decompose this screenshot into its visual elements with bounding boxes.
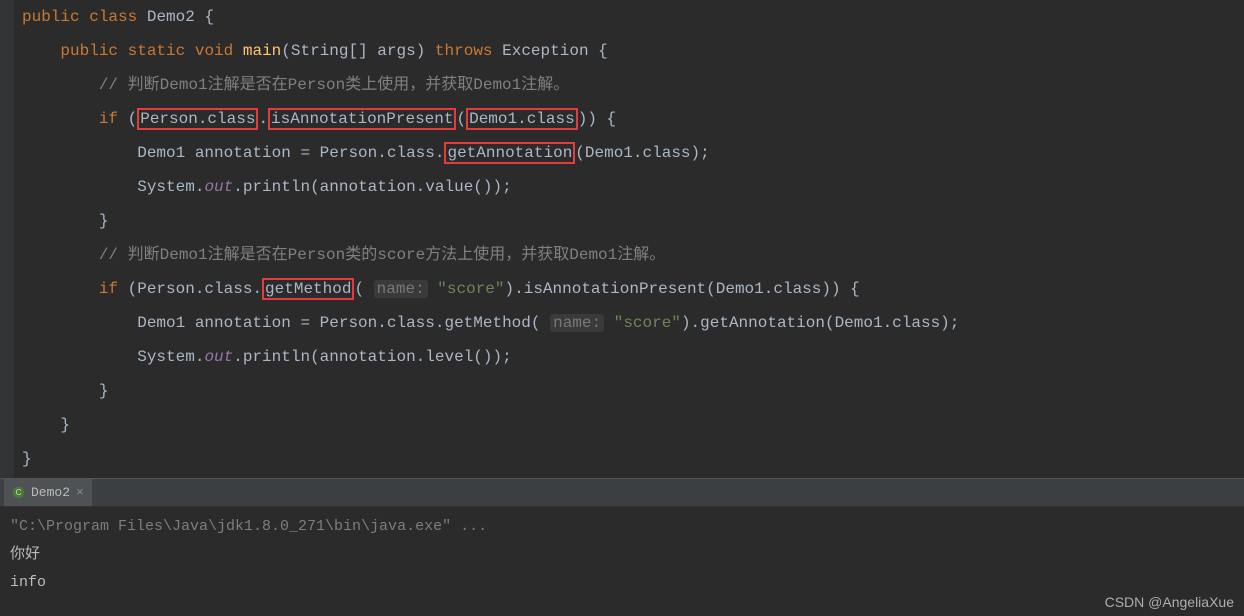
editor-gutter (0, 0, 14, 478)
code-line: if (Person.class.isAnnotationPresent(Dem… (18, 102, 1244, 136)
code-line: // 判断Demo1注解是否在Person类的score方法上使用，并获取Dem… (18, 238, 1244, 272)
code-line: Demo1 annotation = Person.class.getAnnot… (18, 136, 1244, 170)
code-line: // 判断Demo1注解是否在Person类上使用，并获取Demo1注解。 (18, 68, 1244, 102)
console-output[interactable]: "C:\Program Files\Java\jdk1.8.0_271\bin\… (0, 507, 1244, 603)
highlight-box: Demo1.class (466, 108, 578, 130)
console-command: "C:\Program Files\Java\jdk1.8.0_271\bin\… (10, 513, 1234, 541)
console-panel: C Demo2 × "C:\Program Files\Java\jdk1.8.… (0, 478, 1244, 603)
code-editor[interactable]: public class Demo2 { public static void … (0, 0, 1244, 478)
java-class-icon: C (12, 486, 25, 499)
code-line: System.out.println(annotation.value()); (18, 170, 1244, 204)
console-line: info (10, 569, 1234, 597)
svg-text:C: C (16, 488, 22, 497)
code-line: } (18, 408, 1244, 442)
code-line: System.out.println(annotation.level()); (18, 340, 1244, 374)
run-tab-bar: C Demo2 × (0, 479, 1244, 507)
close-icon[interactable]: × (76, 485, 84, 500)
code-line: Demo1 annotation = Person.class.getMetho… (18, 306, 1244, 340)
code-line: } (18, 374, 1244, 408)
code-line: public static void main(String[] args) t… (18, 34, 1244, 68)
watermark: CSDN @AngeliaXue (1105, 594, 1234, 610)
parameter-hint: name: (374, 280, 428, 298)
run-tab-label: Demo2 (31, 485, 70, 500)
parameter-hint: name: (550, 314, 604, 332)
highlight-box: isAnnotationPresent (268, 108, 456, 130)
highlight-box: getAnnotation (444, 142, 575, 164)
code-line: if (Person.class.getMethod( name: "score… (18, 272, 1244, 306)
run-tab-demo2[interactable]: C Demo2 × (4, 479, 92, 506)
highlight-box: Person.class (137, 108, 258, 130)
code-line: } (18, 204, 1244, 238)
highlight-box: getMethod (262, 278, 354, 300)
console-line: 你好 (10, 541, 1234, 569)
code-line: } (18, 442, 1244, 476)
code-line: public class Demo2 { (18, 0, 1244, 34)
